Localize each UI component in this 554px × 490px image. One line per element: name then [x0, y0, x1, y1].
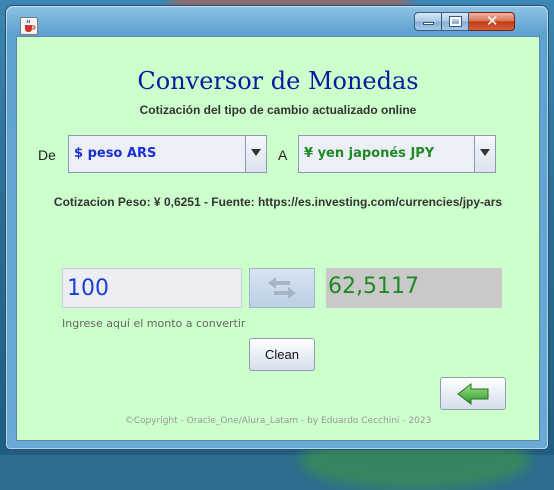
- left-arrow-icon: [457, 382, 489, 406]
- to-dropdown-button[interactable]: [474, 136, 495, 172]
- from-dropdown-button[interactable]: [245, 136, 266, 172]
- java-cup-icon[interactable]: [20, 17, 38, 35]
- minimize-icon: [423, 22, 434, 25]
- close-icon: ✕: [486, 12, 499, 30]
- back-button[interactable]: [440, 377, 506, 410]
- app-window: ✕ Conversor de Monedas Cotización del ti…: [6, 6, 548, 449]
- exchange-rate-text: Cotizacion Peso: ¥ 0,6251 - Fuente: http…: [53, 195, 503, 209]
- app-title: Conversor de Monedas: [137, 67, 419, 95]
- from-currency-value: $ peso ARS: [74, 146, 157, 161]
- to-currency-select[interactable]: ¥ yen japonés JPY: [298, 135, 496, 173]
- to-label: A: [278, 147, 288, 163]
- converter-panel: Conversor de Monedas Cotización del tipo…: [16, 36, 540, 441]
- title-bar[interactable]: ✕: [6, 6, 548, 38]
- swap-button[interactable]: [249, 268, 315, 308]
- app-subtitle: Cotización del tipo de cambio actualizad…: [139, 103, 417, 117]
- chevron-down-icon: [480, 149, 490, 156]
- result-value: 62,5117: [328, 274, 419, 299]
- swap-arrows-icon: [268, 277, 296, 299]
- close-button[interactable]: ✕: [469, 12, 515, 31]
- amount-input[interactable]: [62, 268, 242, 308]
- result-display: 62,5117: [326, 268, 502, 308]
- chevron-down-icon: [251, 149, 261, 156]
- maximize-button[interactable]: [442, 12, 469, 31]
- amount-hint: Ingrese aquí el monto a convertir: [62, 317, 246, 330]
- maximize-icon: [450, 17, 461, 26]
- copyright-text: ©Copyright - Oracle_One/Alura_Latam - by…: [124, 416, 432, 426]
- from-label: De: [38, 147, 56, 163]
- from-currency-select[interactable]: $ peso ARS: [68, 135, 267, 173]
- clean-button[interactable]: Clean: [249, 338, 315, 371]
- to-currency-value: ¥ yen japonés JPY: [304, 146, 435, 161]
- minimize-button[interactable]: [414, 12, 442, 31]
